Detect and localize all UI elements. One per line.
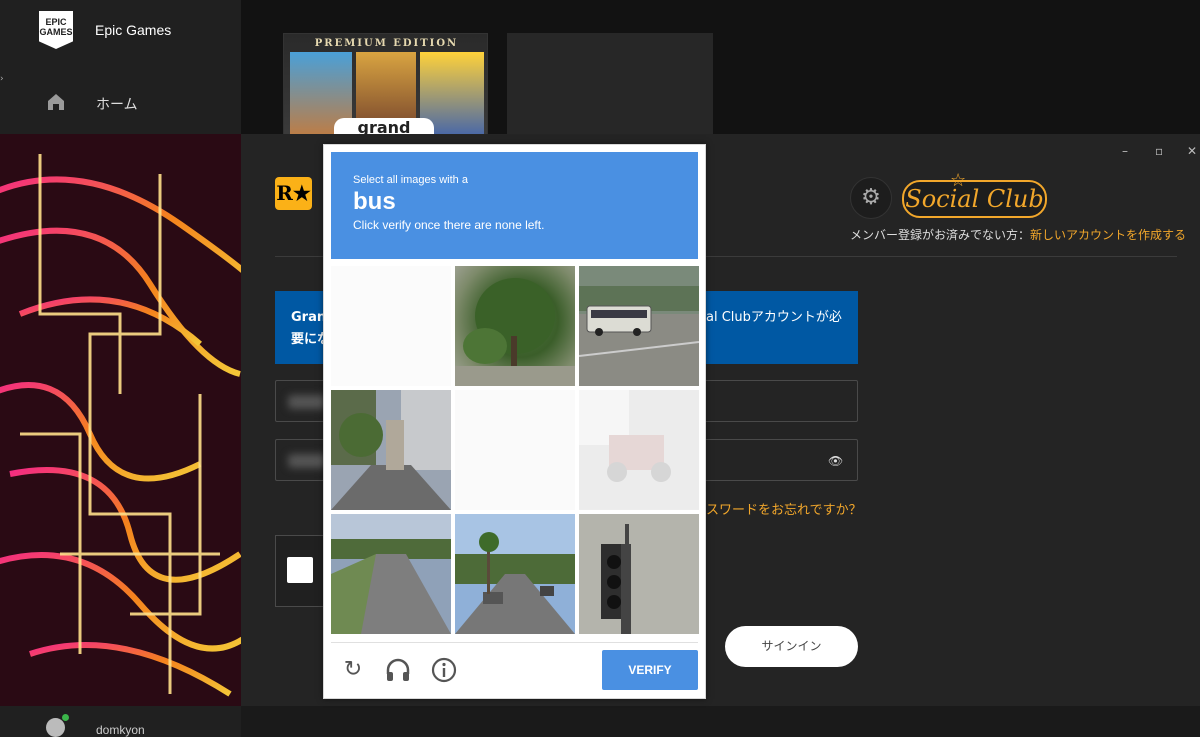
create-account-link[interactable]: 新しいアカウントを作成する: [1030, 228, 1186, 242]
nav-home-label[interactable]: ホーム: [96, 94, 138, 114]
captcha-instruction: Click verify once there are none left.: [353, 218, 545, 232]
register-line: メンバー登録がお済みでない方：新しいアカウントを作成する: [850, 226, 1186, 243]
captcha-tile[interactable]: [455, 514, 575, 634]
game-cover-placeholder[interactable]: [507, 33, 713, 135]
verify-button[interactable]: VERIFY: [602, 650, 698, 690]
game-edition-label: PREMIUM EDITION: [314, 38, 459, 49]
register-prompt: メンバー登録がお済みでない方：: [850, 228, 1031, 242]
avatar[interactable]: [46, 718, 65, 737]
captcha-tile[interactable]: [579, 514, 699, 634]
social-club-logo: Social Club: [902, 180, 1047, 218]
game-cover-gta[interactable]: PREMIUM EDITION grand: [283, 33, 488, 135]
epic-logo[interactable]: EPIC GAMES: [39, 11, 73, 49]
game-title: grand: [334, 118, 434, 134]
gear-icon[interactable]: ⚙: [850, 177, 892, 219]
signin-button[interactable]: サインイン: [725, 626, 858, 667]
username[interactable]: domkyon: [96, 723, 145, 737]
close-button[interactable]: ✕: [1187, 144, 1197, 158]
captcha-tile[interactable]: [331, 514, 451, 634]
captcha-prompt: Select all images with a: [353, 174, 468, 186]
captcha-header: Select all images with a bus Click verif…: [331, 152, 698, 259]
captcha-tile[interactable]: [455, 266, 575, 386]
captcha-tile[interactable]: [579, 266, 699, 386]
maximize-button[interactable]: ▫: [1155, 144, 1163, 158]
captcha-tile[interactable]: [331, 390, 451, 510]
minimize-button[interactable]: –: [1122, 144, 1128, 158]
captcha-footer-divider: [331, 642, 698, 643]
star-icon: ☆: [950, 170, 967, 191]
home-icon[interactable]: [46, 92, 66, 112]
online-status-dot: [62, 714, 69, 721]
show-password-icon[interactable]: 👁: [828, 454, 843, 468]
rockstar-logo: R★: [275, 177, 312, 210]
info-icon[interactable]: [430, 656, 458, 684]
captcha-tile[interactable]: [331, 266, 451, 386]
blurred-value: [288, 395, 328, 409]
collapse-arrow-icon[interactable]: ›: [0, 74, 4, 84]
blurred-value: [288, 454, 328, 468]
info-banner-text-right: al Clubアカウントが必: [706, 310, 842, 325]
captcha-tile[interactable]: [455, 390, 575, 510]
reload-icon[interactable]: ↻: [339, 656, 367, 684]
captcha-tile[interactable]: [579, 390, 699, 510]
captcha-checkbox[interactable]: [287, 557, 313, 583]
rockstar-side-art: [0, 134, 241, 706]
epic-brand-name: Epic Games: [95, 22, 172, 38]
captcha-target: bus: [353, 188, 396, 215]
forgot-password-link[interactable]: スワードをお忘れですか？: [706, 499, 862, 518]
headphones-icon[interactable]: [384, 656, 412, 684]
